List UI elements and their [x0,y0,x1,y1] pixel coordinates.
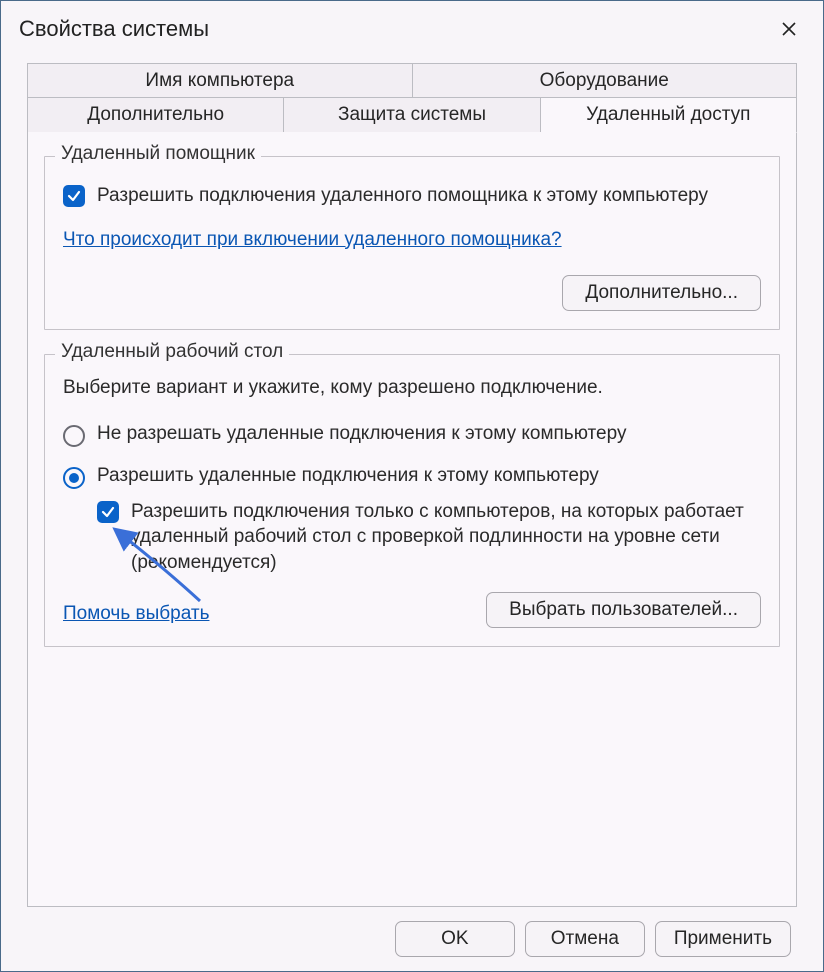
close-icon [781,21,797,37]
group-remote-assistant-legend: Удаленный помощник [55,143,261,165]
content-area: Имя компьютера Оборудование Дополнительн… [1,53,823,971]
button-select-users[interactable]: Выбрать пользователей... [486,592,761,628]
radio-allow-remote-label: Разрешить удаленные подключения к этому … [97,465,599,487]
check-icon [67,189,81,203]
dialog-buttons: OK Отмена Применить [27,907,797,971]
button-cancel[interactable]: Отмена [525,921,645,957]
link-remote-assistant-help[interactable]: Что происходит при включении удаленного … [63,229,562,251]
tab-advanced[interactable]: Дополнительно [27,97,284,133]
checkbox-allow-remote-assistant-label: Разрешить подключения удаленного помощни… [97,183,708,209]
radio-allow-remote[interactable] [63,467,85,489]
tab-system-protection[interactable]: Защита системы [284,97,540,133]
checkbox-allow-remote-assistant[interactable] [63,185,85,207]
window-title: Свойства системы [19,16,209,42]
close-button[interactable] [773,13,805,45]
group-remote-desktop-legend: Удаленный рабочий стол [55,341,289,363]
checkbox-nla-label: Разрешить подключения только с компьютер… [131,499,761,576]
button-assistant-advanced[interactable]: Дополнительно... [562,275,761,311]
system-properties-window: Свойства системы Имя компьютера Оборудов… [0,0,824,972]
check-icon [101,505,115,519]
tab-hardware[interactable]: Оборудование [413,63,798,98]
tab-panel-remote: Удаленный помощник Разрешить подключения… [27,132,797,907]
tabstrip: Имя компьютера Оборудование Дополнительн… [27,63,797,132]
checkbox-nla[interactable] [97,501,119,523]
tab-remote[interactable]: Удаленный доступ [541,97,797,133]
tab-computer-name[interactable]: Имя компьютера [27,63,413,98]
rdp-intro-text: Выберите вариант и укажите, кому разреше… [63,377,761,399]
link-help-choose[interactable]: Помочь выбрать [63,603,209,625]
group-remote-desktop: Удаленный рабочий стол Выберите вариант … [44,354,780,647]
titlebar: Свойства системы [1,1,823,53]
button-ok[interactable]: OK [395,921,515,957]
group-remote-assistant: Удаленный помощник Разрешить подключения… [44,156,780,330]
radio-deny-remote[interactable] [63,425,85,447]
button-apply[interactable]: Применить [655,921,791,957]
radio-deny-remote-label: Не разрешать удаленные подключения к это… [97,423,626,445]
